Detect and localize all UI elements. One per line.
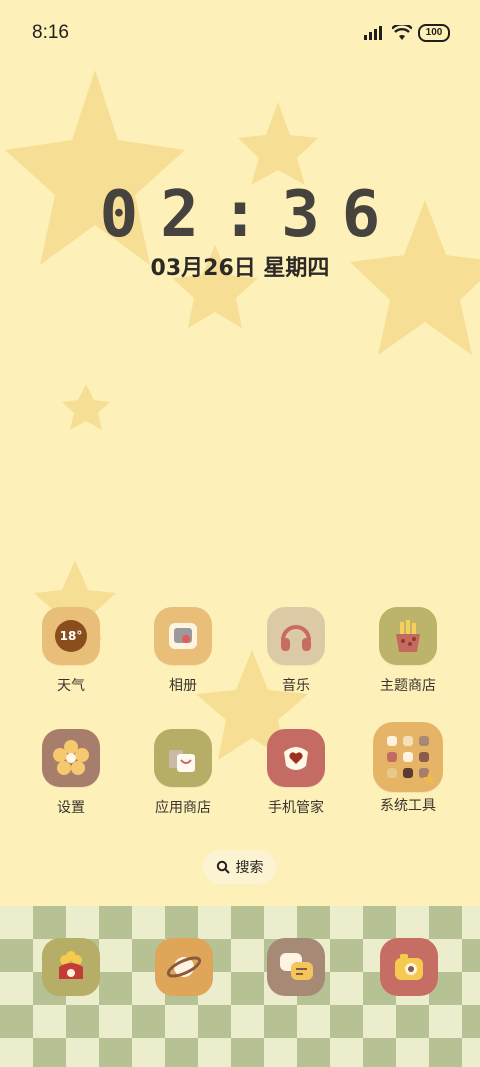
photo-icon <box>154 607 212 665</box>
camera-icon[interactable] <box>380 938 438 996</box>
weather-temperature: 18° <box>59 629 83 643</box>
search-label: 搜索 <box>235 860 264 876</box>
clock-time: 02:36 <box>99 178 403 252</box>
clock-date: 03月26日 星期四 <box>150 256 330 281</box>
phone-icon[interactable] <box>42 938 100 996</box>
app-label: 系统工具 <box>380 798 436 814</box>
app-system-tools-folder[interactable]: 系统工具 <box>353 722 463 815</box>
status-time: 8:16 <box>32 22 69 43</box>
battery-icon: 100 <box>418 24 450 42</box>
flower-icon <box>42 729 100 787</box>
status-icons: 100 <box>364 24 450 42</box>
chat-icon[interactable] <box>267 938 325 996</box>
app-theme-store[interactable]: 主题商店 <box>353 607 463 695</box>
app-label: 设置 <box>57 800 85 816</box>
search-button[interactable]: 搜索 <box>203 850 276 884</box>
app-weather[interactable]: 18° 天气 <box>16 607 126 695</box>
folder-icon <box>373 722 443 792</box>
search-icon <box>216 860 230 874</box>
app-label: 应用商店 <box>155 800 211 816</box>
app-phone-manager[interactable]: 手机管家 <box>241 729 351 817</box>
app-app-store[interactable]: 应用商店 <box>128 729 238 817</box>
shopping-bag-icon <box>154 729 212 787</box>
app-label: 手机管家 <box>268 800 324 816</box>
app-label: 音乐 <box>282 678 310 694</box>
battery-level: 100 <box>425 27 443 38</box>
status-bar: 8:16 100 <box>0 0 480 68</box>
app-settings[interactable]: 设置 <box>16 729 126 817</box>
fries-icon <box>379 607 437 665</box>
app-label: 相册 <box>169 678 197 694</box>
signal-icon <box>364 26 382 40</box>
app-gallery[interactable]: 相册 <box>128 607 238 695</box>
shield-heart-icon <box>267 729 325 787</box>
weather-icon: 18° <box>42 607 100 665</box>
headphones-icon <box>267 607 325 665</box>
app-label: 主题商店 <box>380 678 436 694</box>
wifi-icon <box>392 25 412 40</box>
app-label: 天气 <box>57 678 85 694</box>
planet-icon[interactable] <box>155 938 213 996</box>
app-music[interactable]: 音乐 <box>241 607 351 695</box>
